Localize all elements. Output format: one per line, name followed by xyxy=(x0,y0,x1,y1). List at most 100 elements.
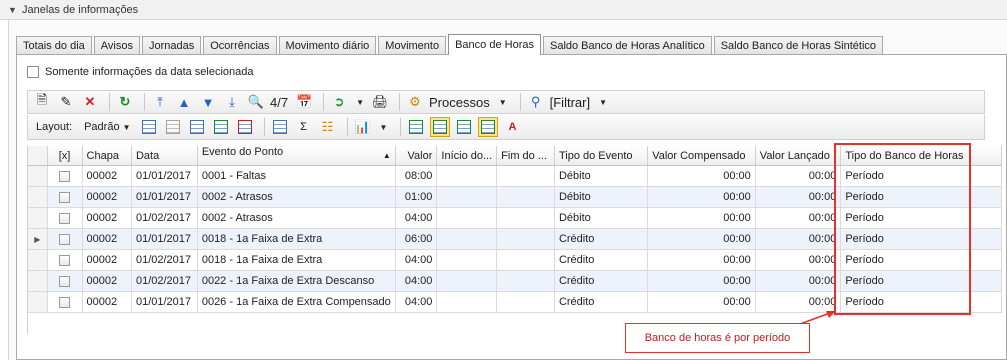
row-checkbox[interactable] xyxy=(59,170,71,182)
filtrar-button[interactable]: [Filtrar] xyxy=(550,95,590,110)
cell-tipo-evento[interactable]: Crédito xyxy=(554,228,649,250)
tab-jornadas[interactable]: Jornadas xyxy=(141,36,202,54)
cell-inicio[interactable] xyxy=(436,291,498,313)
cell-tipo-evento[interactable]: Débito xyxy=(554,186,649,208)
cell-inicio[interactable] xyxy=(436,270,498,292)
tab-ocorr-ncias[interactable]: Ocorrências xyxy=(203,36,277,54)
row-indicator[interactable] xyxy=(28,270,48,292)
row-checkbox[interactable] xyxy=(59,191,71,203)
layout-export-icon[interactable] xyxy=(235,117,255,137)
cell-valor[interactable]: 04:00 xyxy=(395,249,438,271)
cell-fim[interactable] xyxy=(496,165,555,187)
print-icon[interactable]: 🖨 xyxy=(370,92,390,112)
column-header[interactable]: Valor xyxy=(395,146,438,166)
column-header[interactable]: Tipo do Banco de Horas xyxy=(840,146,1002,166)
cell-evento[interactable]: 0022 - 1a Faixa de Extra Descanso xyxy=(197,270,396,292)
cell-compensado[interactable]: 00:00 xyxy=(647,228,756,250)
layout-delete-icon[interactable] xyxy=(163,117,183,137)
column-header[interactable]: Evento do Ponto ▲ xyxy=(197,146,396,166)
edit-record-icon[interactable]: ✎ xyxy=(56,92,76,112)
cell-inicio[interactable] xyxy=(436,228,498,250)
cell-chapa[interactable]: 00002 xyxy=(82,270,132,292)
table-row[interactable]: 00002 01/02/2017 0018 - 1a Faixa de Extra 0… xyxy=(28,249,1002,271)
row-checkbox[interactable] xyxy=(59,296,71,308)
cell-inicio[interactable] xyxy=(436,165,498,187)
cell-data[interactable]: 01/02/2017 xyxy=(131,249,198,271)
row-indicator[interactable] xyxy=(28,291,48,313)
cell-compensado[interactable]: 00:00 xyxy=(647,165,756,187)
cell-valor[interactable]: 04:00 xyxy=(395,207,438,229)
tab-movimento-di-rio[interactable]: Movimento diário xyxy=(278,36,377,54)
auto-filter-icon[interactable]: ☷ xyxy=(318,117,338,137)
table-row[interactable]: 00002 01/02/2017 0002 - Atrasos 04:00 Débito… xyxy=(28,207,1002,229)
cell-lancado[interactable]: 00:00 xyxy=(755,291,842,313)
cell-data[interactable]: 01/01/2017 xyxy=(131,165,198,187)
row-select-cell[interactable] xyxy=(47,270,83,292)
cell-chapa[interactable]: 00002 xyxy=(82,186,132,208)
row-indicator[interactable] xyxy=(28,249,48,271)
group-header[interactable]: ▼ Janelas de informações xyxy=(0,0,1007,20)
cell-tipo-banco[interactable]: Período xyxy=(840,228,1002,250)
cell-fim[interactable] xyxy=(496,186,555,208)
filter-checkbox[interactable] xyxy=(27,66,39,78)
row-select-cell[interactable] xyxy=(47,207,83,229)
refresh-icon[interactable]: ↻ xyxy=(115,92,135,112)
column-header[interactable]: Tipo do Evento xyxy=(554,146,649,166)
cell-data[interactable]: 01/02/2017 xyxy=(131,207,198,229)
layout-dropdown-icon[interactable]: ▼ xyxy=(123,123,131,132)
filter-checkbox-row[interactable]: Somente informações da data selecionada xyxy=(27,66,254,78)
cell-valor[interactable]: 08:00 xyxy=(395,165,438,187)
chevron-down-icon[interactable]: ▼ xyxy=(8,5,22,15)
cell-chapa[interactable]: 00002 xyxy=(82,249,132,271)
layout-select[interactable]: Padrão xyxy=(84,121,119,133)
column-header[interactable]: Início do... xyxy=(436,146,498,166)
cell-tipo-banco[interactable]: Período xyxy=(840,270,1002,292)
cell-evento[interactable]: 0018 - 1a Faixa de Extra xyxy=(197,228,396,250)
row-checkbox[interactable] xyxy=(59,275,71,287)
row-checkbox[interactable] xyxy=(59,254,71,266)
row-select-cell[interactable] xyxy=(47,249,83,271)
cell-fim[interactable] xyxy=(496,270,555,292)
table-row[interactable]: 00002 01/01/2017 0002 - Atrasos 01:00 Débito… xyxy=(28,186,1002,208)
next-record-icon[interactable]: ▼ xyxy=(198,92,218,112)
row-indicator[interactable] xyxy=(28,207,48,229)
row-indicator[interactable] xyxy=(28,186,48,208)
view-form-icon[interactable] xyxy=(454,117,474,137)
cell-data[interactable]: 01/01/2017 xyxy=(131,228,198,250)
row-select-cell[interactable] xyxy=(47,228,83,250)
cell-lancado[interactable]: 00:00 xyxy=(755,186,842,208)
cell-lancado[interactable]: 00:00 xyxy=(755,270,842,292)
cell-tipo-banco[interactable]: Período xyxy=(840,291,1002,313)
table-row[interactable]: 00002 01/02/2017 0022 - 1a Faixa de Extra … xyxy=(28,270,1002,292)
cell-evento[interactable]: 0002 - Atrasos xyxy=(197,207,396,229)
cell-chapa[interactable]: 00002 xyxy=(82,291,132,313)
cell-inicio[interactable] xyxy=(436,249,498,271)
cell-evento[interactable]: 0018 - 1a Faixa de Extra xyxy=(197,249,396,271)
cell-chapa[interactable]: 00002 xyxy=(82,228,132,250)
cell-valor[interactable]: 04:00 xyxy=(395,291,438,313)
search-binoculars-icon[interactable]: 🔍 xyxy=(246,92,266,112)
cell-tipo-evento[interactable]: Débito xyxy=(554,165,649,187)
cell-valor[interactable]: 06:00 xyxy=(395,228,438,250)
row-indicator[interactable] xyxy=(28,165,48,187)
view-card-icon[interactable] xyxy=(430,117,451,137)
cell-evento[interactable]: 0001 - Faltas xyxy=(197,165,396,187)
export-icon[interactable]: ➲ xyxy=(329,92,349,112)
tab-saldo-banco-de-horas-sint-tico[interactable]: Saldo Banco de Horas Sintético xyxy=(713,36,884,54)
cell-compensado[interactable]: 00:00 xyxy=(647,207,756,229)
cell-valor[interactable]: 01:00 xyxy=(395,186,438,208)
cell-evento[interactable]: 0026 - 1a Faixa de Extra Compensado xyxy=(197,291,396,313)
cell-lancado[interactable]: 00:00 xyxy=(755,228,842,250)
table-row[interactable]: 00002 01/01/2017 0001 - Faltas 08:00 Débito 0… xyxy=(28,165,1002,187)
cell-tipo-banco[interactable]: Período xyxy=(840,165,1002,187)
cell-compensado[interactable]: 00:00 xyxy=(647,291,756,313)
cell-valor[interactable]: 04:00 xyxy=(395,270,438,292)
sum-footer-icon[interactable]: Σ xyxy=(294,117,314,137)
processos-button[interactable]: Processos xyxy=(429,95,490,110)
new-record-icon[interactable]: 🗎 xyxy=(32,92,52,112)
tab-banco-de-horas[interactable]: Banco de Horas xyxy=(448,34,541,55)
tab-saldo-banco-de-horas-anal-tico[interactable]: Saldo Banco de Horas Analítico xyxy=(542,36,712,54)
row-checkbox[interactable] xyxy=(59,233,71,245)
tab-movimento[interactable]: Movimento xyxy=(378,36,447,54)
cell-compensado[interactable]: 00:00 xyxy=(647,249,756,271)
